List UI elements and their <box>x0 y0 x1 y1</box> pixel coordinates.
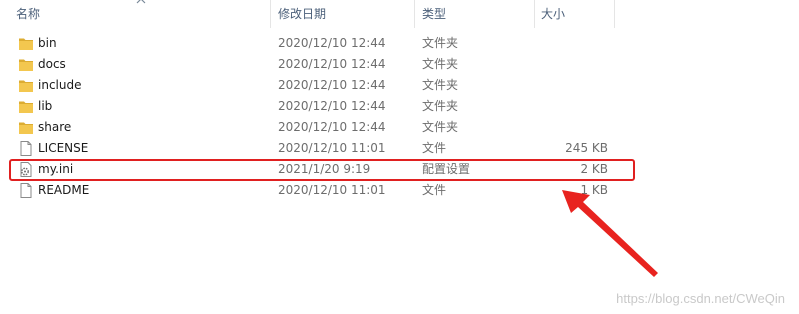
file-name: lib <box>38 99 53 113</box>
watermark: https://blog.csdn.net/CWeQin <box>616 291 785 306</box>
file-name: share <box>38 120 72 134</box>
file-row[interactable]: lib 2020/12/10 12:44 文件夹 <box>0 96 640 117</box>
file-modified-date: 2020/12/10 12:44 <box>278 57 386 71</box>
file-row[interactable]: include 2020/12/10 12:44 文件夹 <box>0 75 640 96</box>
file-modified-date: 2020/12/10 12:44 <box>278 36 386 50</box>
folder-icon <box>18 78 34 93</box>
file-type: 文件夹 <box>422 57 459 71</box>
annotation-arrow-icon <box>562 190 658 277</box>
file-name: bin <box>38 36 57 50</box>
file-modified-date: 2020/12/10 11:01 <box>278 141 386 155</box>
file-size <box>540 117 608 138</box>
column-header-size[interactable]: 大小 <box>541 0 565 30</box>
file-modified-date: 2020/12/10 12:44 <box>278 99 386 113</box>
sort-ascending-icon[interactable] <box>136 0 146 6</box>
file-type: 文件 <box>422 183 447 197</box>
file-type: 文件夹 <box>422 120 459 134</box>
file-size <box>540 54 608 75</box>
column-divider[interactable] <box>414 0 415 28</box>
file-name: include <box>38 78 82 92</box>
file-name: LICENSE <box>38 141 89 155</box>
column-divider[interactable] <box>614 0 615 28</box>
file-size <box>540 33 608 54</box>
file-type: 文件 <box>422 141 447 155</box>
file-row[interactable]: LICENSE 2020/12/10 11:01 文件 245 KB <box>0 138 640 159</box>
file-type: 文件夹 <box>422 36 459 50</box>
folder-icon <box>18 99 34 114</box>
column-header-bar: 名称 修改日期 类型 大小 <box>0 0 799 30</box>
file-name: docs <box>38 57 66 71</box>
column-header-name[interactable]: 名称 <box>16 0 40 30</box>
file-modified-date: 2020/12/10 12:44 <box>278 78 386 92</box>
file-icon <box>18 141 34 156</box>
file-modified-date: 2020/12/10 12:44 <box>278 120 386 134</box>
file-row[interactable]: share 2020/12/10 12:44 文件夹 <box>0 117 640 138</box>
file-icon <box>18 183 34 198</box>
folder-icon <box>18 36 34 51</box>
file-modified-date: 2020/12/10 11:01 <box>278 183 386 197</box>
column-divider[interactable] <box>534 0 535 28</box>
file-size <box>540 75 608 96</box>
highlight-box <box>9 159 635 181</box>
column-divider[interactable] <box>270 0 271 28</box>
file-row[interactable]: bin 2020/12/10 12:44 文件夹 <box>0 33 640 54</box>
column-header-date[interactable]: 修改日期 <box>278 0 326 30</box>
file-size <box>540 96 608 117</box>
file-type: 文件夹 <box>422 99 459 113</box>
folder-icon <box>18 57 34 72</box>
file-name: README <box>38 183 90 197</box>
file-size: 245 KB <box>565 141 608 155</box>
column-header-type[interactable]: 类型 <box>422 0 446 30</box>
folder-icon <box>18 120 34 135</box>
file-row[interactable]: docs 2020/12/10 12:44 文件夹 <box>0 54 640 75</box>
file-type: 文件夹 <box>422 78 459 92</box>
file-row[interactable]: README 2020/12/10 11:01 文件 1 KB <box>0 180 640 201</box>
